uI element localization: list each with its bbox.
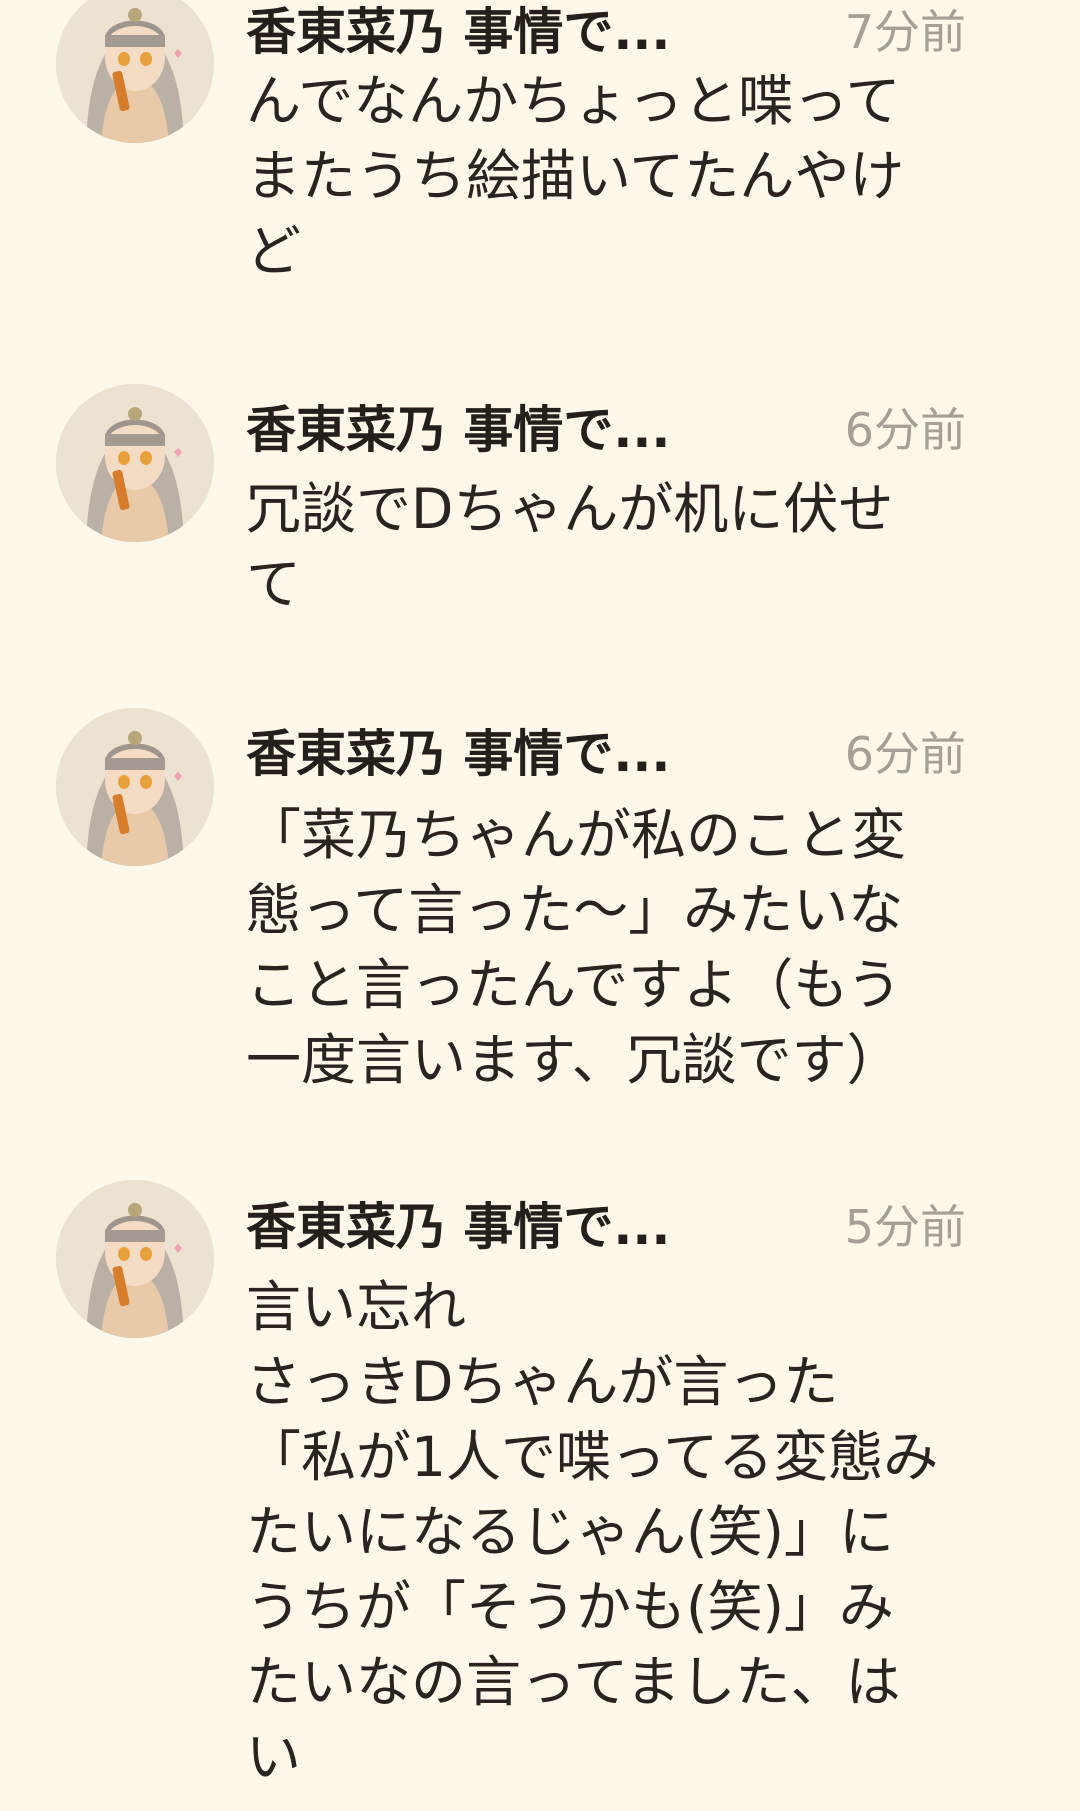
- post-text-line: 冗談でDちゃんが机に伏せ: [246, 477, 894, 541]
- post-text-line: たいなの言ってました、は: [246, 1650, 901, 1714]
- post-header: 香東菜乃 事情で... 6分前: [246, 722, 966, 786]
- post-text-line: たいになるじゃん(笑)」に: [246, 1500, 894, 1564]
- post-text-line: 態って言った〜」みたいな: [246, 878, 904, 942]
- post-text-line: またうち絵描いてたんやけ: [246, 144, 905, 208]
- user-avatar-illustration-icon: [56, 1180, 214, 1338]
- post-text-line: 「菜乃ちゃんが私のこと変: [246, 803, 907, 867]
- author-name[interactable]: 香東菜乃 事情で...: [246, 0, 670, 64]
- timeline-feed: 香東菜乃 事情で... 7分前 んでなんかちょっと喋って またうち絵描いてたんや…: [0, 0, 1080, 1811]
- post-body: 冗談でDちゃんが机に伏せ て: [246, 472, 1056, 622]
- post-body: んでなんかちょっと喋って またうち絵描いてたんやけ ど: [246, 64, 1056, 289]
- post-text-line: んでなんかちょっと喋って: [246, 69, 901, 133]
- post-text-line: 言い忘れ: [246, 1275, 467, 1339]
- avatar[interactable]: [56, 1180, 214, 1338]
- user-avatar-illustration-icon: [56, 0, 214, 143]
- post-text-line: ど: [246, 219, 302, 283]
- timestamp: 6分前: [844, 727, 966, 781]
- avatar[interactable]: [56, 384, 214, 542]
- post-header: 香東菜乃 事情で... 6分前: [246, 398, 966, 462]
- post-text-line: て: [246, 552, 302, 616]
- post-text-line: うちが「そうかも(笑)」み: [246, 1575, 894, 1639]
- avatar[interactable]: [56, 708, 214, 866]
- post-text-line: 一度言います、冗談です）: [246, 1028, 902, 1092]
- post-body: 言い忘れ さっきDちゃんが言った 「私が1人で喋ってる変態み たいになるじゃん(…: [246, 1270, 1056, 1795]
- author-name[interactable]: 香東菜乃 事情で...: [246, 1195, 670, 1259]
- timestamp: 6分前: [844, 403, 966, 457]
- post-text-line: 「私が1人で喋ってる変態み: [246, 1425, 939, 1489]
- post-body: 「菜乃ちゃんが私のこと変 態って言った〜」みたいな こと言ったんですよ（もう 一…: [246, 798, 1056, 1098]
- post-text-line: い: [246, 1725, 302, 1789]
- timestamp: 5分前: [844, 1200, 966, 1254]
- user-avatar-illustration-icon: [56, 708, 214, 866]
- post-header: 香東菜乃 事情で... 5分前: [246, 1195, 966, 1259]
- avatar[interactable]: [56, 0, 214, 143]
- author-name[interactable]: 香東菜乃 事情で...: [246, 722, 670, 786]
- post-header: 香東菜乃 事情で... 7分前: [246, 0, 966, 64]
- post-text-line: さっきDちゃんが言った: [246, 1350, 839, 1414]
- post-text-line: こと言ったんですよ（もう: [246, 953, 902, 1017]
- user-avatar-illustration-icon: [56, 384, 214, 542]
- timestamp: 7分前: [844, 5, 966, 59]
- author-name[interactable]: 香東菜乃 事情で...: [246, 398, 670, 462]
